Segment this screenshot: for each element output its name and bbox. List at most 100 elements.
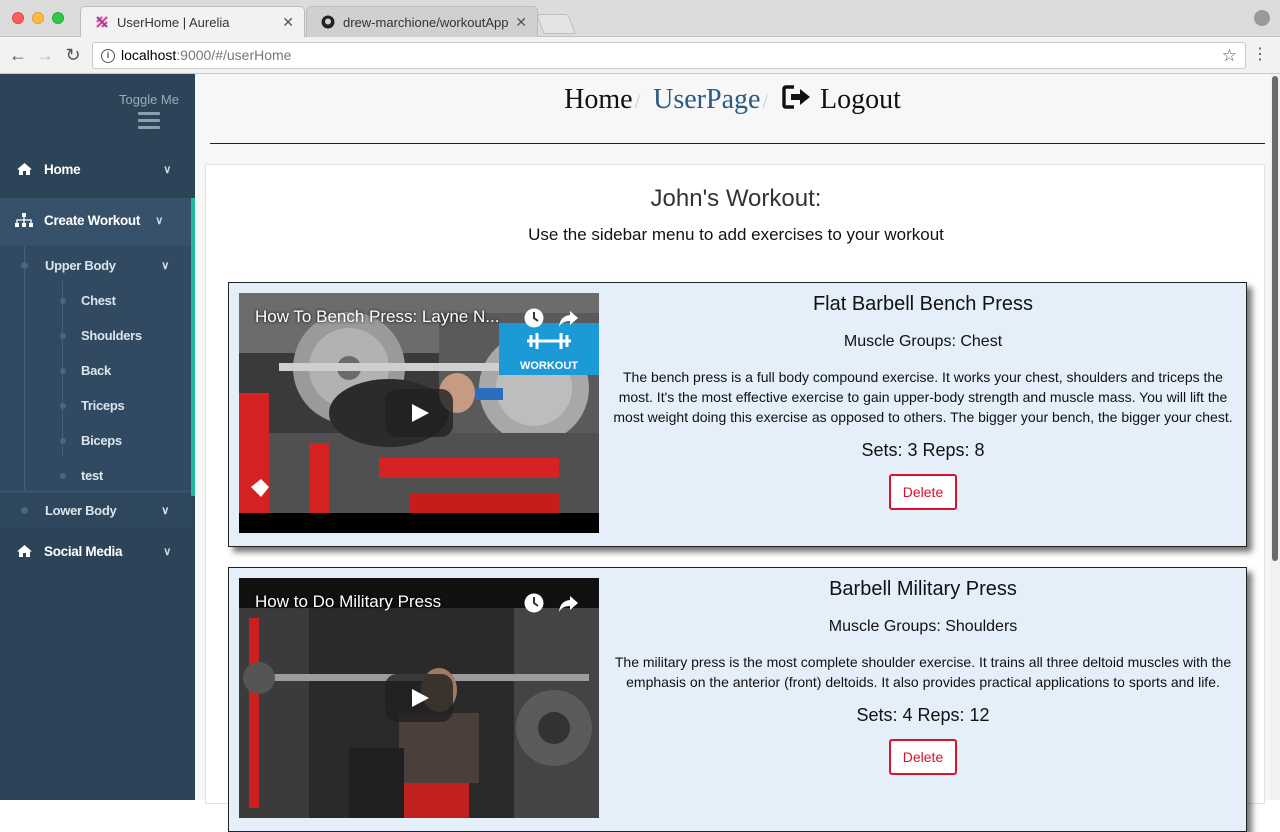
exercise-card: How to Do Military Press Barbell Militar…	[228, 567, 1247, 832]
home-icon	[15, 544, 33, 558]
sidebar-item-label: Lower Body	[45, 503, 117, 518]
play-button-icon[interactable]	[385, 674, 453, 722]
browser-tab-userhome[interactable]: UserHome | Aurelia ✕	[80, 6, 305, 37]
bullet-icon	[21, 507, 28, 514]
exercise-name: Flat Barbell Bench Press	[812, 293, 1034, 315]
exercise-name: Barbell Military Press	[829, 578, 1017, 600]
chevron-down-icon: ∨	[163, 163, 171, 176]
chevron-down-icon: ∨	[161, 260, 169, 272]
bullet-icon	[60, 437, 66, 444]
tab-label: drew-marchione/workoutApp	[343, 14, 509, 30]
sidebar-item-label: Shoulders	[81, 328, 142, 343]
sidebar-item-triceps[interactable]: Triceps	[0, 388, 191, 423]
delete-button[interactable]: Delete	[889, 474, 957, 510]
sidebar-item-label: Biceps	[81, 433, 122, 448]
breadcrumb-home[interactable]: Home	[564, 84, 632, 115]
bullet-icon	[60, 402, 66, 409]
share-arrow-icon[interactable]	[557, 307, 579, 329]
breadcrumb: Home / UserPage / Logout	[195, 84, 1270, 116]
bullet-icon	[21, 262, 28, 269]
watch-later-clock-icon[interactable]	[523, 307, 545, 329]
chevron-down-icon: ∨	[163, 545, 171, 558]
reload-icon[interactable]: ↻	[63, 45, 83, 65]
sidebar-item-back[interactable]: Back	[0, 353, 191, 388]
sidebar-item-social-media[interactable]: Social Media ∨	[0, 529, 195, 573]
sidebar-toggle[interactable]: Toggle Me	[119, 92, 179, 133]
github-favicon-icon	[321, 15, 335, 29]
exercise-description: The bench press is a full body compound …	[613, 369, 1233, 425]
back-arrow-icon[interactable]: ←	[8, 45, 28, 65]
browser-tabstrip: UserHome | Aurelia ✕ drew-marchione/work…	[0, 0, 1280, 37]
browser-menu-icon[interactable]: ⋮	[1252, 45, 1268, 65]
browser-tab-github[interactable]: drew-marchione/workoutApp ✕	[306, 6, 538, 37]
url-host: localhost	[121, 47, 177, 63]
exercise-card: WORKOUT How To Bench Press: Layne N... F…	[228, 282, 1247, 547]
profile-icon[interactable]	[1254, 10, 1270, 26]
video-player[interactable]: How to Do Military Press	[239, 578, 599, 818]
sign-out-icon	[782, 85, 810, 109]
aurelia-favicon-icon	[95, 15, 109, 29]
sidebar-item-chest[interactable]: Chest	[0, 283, 191, 318]
bullet-icon	[60, 332, 66, 339]
video-title: How To Bench Press: Layne N...	[255, 307, 500, 326]
sidebar-item-label: Back	[81, 363, 111, 378]
chevron-down-icon: ∨	[161, 505, 169, 517]
page-scrollbar[interactable]	[1270, 74, 1280, 800]
window-close-button[interactable]	[12, 12, 24, 24]
toggle-label: Toggle Me	[119, 92, 179, 107]
scrollbar-thumb[interactable]	[1272, 76, 1278, 561]
video-badge: WORKOUT	[520, 360, 578, 372]
watch-later-clock-icon[interactable]	[523, 592, 545, 614]
header-divider	[210, 143, 1265, 144]
breadcrumb-userpage[interactable]: UserPage	[653, 84, 760, 115]
bookmark-star-icon[interactable]: ☆	[1222, 43, 1237, 68]
workout-panel: John's Workout: Use the sidebar menu to …	[205, 164, 1265, 832]
workout-title: John's Workout:	[650, 185, 822, 212]
exercise-info: Flat Barbell Bench Press Muscle Groups: …	[609, 283, 1237, 510]
address-bar[interactable]: i localhost:9000/#/userHome ☆	[92, 42, 1246, 69]
info-icon[interactable]: i	[101, 49, 115, 63]
sidebar: Toggle Me Home ∨ Create Workout ∨ Upper …	[0, 74, 195, 800]
video-player[interactable]: WORKOUT How To Bench Press: Layne N...	[239, 293, 599, 533]
logout-link[interactable]: Logout	[781, 84, 901, 115]
new-tab-button[interactable]	[536, 14, 576, 34]
bullet-icon	[60, 367, 66, 374]
url-path: :9000/#/userHome	[176, 47, 292, 63]
main-content: Home / UserPage / Logout John's Workout: U…	[195, 74, 1270, 832]
sidebar-item-label: Social Media	[44, 543, 123, 559]
hamburger-icon[interactable]	[138, 112, 160, 129]
sidebar-item-home[interactable]: Home ∨	[0, 147, 195, 191]
window-minimize-button[interactable]	[32, 12, 44, 24]
bullet-icon	[60, 472, 66, 479]
sidebar-item-upper-body[interactable]: Upper Body ∨	[0, 248, 191, 283]
sidebar-item-label: Home	[44, 161, 81, 177]
breadcrumb-separator: /	[762, 91, 768, 113]
sidebar-item-label: Create Workout	[44, 212, 141, 228]
delete-button[interactable]: Delete	[889, 739, 957, 775]
sidebar-item-label: Chest	[81, 293, 116, 308]
share-arrow-icon[interactable]	[557, 592, 579, 614]
home-icon	[15, 162, 33, 176]
breadcrumb-separator: /	[634, 91, 641, 113]
exercise-muscle-groups: Muscle Groups: Chest	[843, 333, 1003, 350]
exercise-muscle-groups: Muscle Groups: Shoulders	[828, 618, 1018, 635]
sidebar-item-biceps[interactable]: Biceps	[0, 423, 191, 458]
sidebar-item-label: Upper Body	[45, 258, 116, 273]
exercise-info: Barbell Military Press Muscle Groups: Sh…	[609, 568, 1237, 775]
play-button-icon[interactable]	[385, 389, 453, 437]
browser-toolbar: ← → ↻ i localhost:9000/#/userHome ☆ ⋮	[0, 37, 1280, 74]
sidebar-item-lower-body[interactable]: Lower Body ∨	[0, 493, 191, 528]
tab-close-icon[interactable]: ✕	[515, 14, 527, 31]
sidebar-item-shoulders[interactable]: Shoulders	[0, 318, 191, 353]
create-workout-submenu: Upper Body ∨ Chest Shoulders Back Tricep…	[0, 246, 191, 490]
exercise-sets-reps: Sets: 4 Reps: 12	[856, 705, 990, 725]
window-maximize-button[interactable]	[52, 12, 64, 24]
exercise-sets-reps: Sets: 3 Reps: 8	[861, 440, 985, 460]
chevron-down-icon: ∨	[155, 214, 163, 227]
tab-close-icon[interactable]: ✕	[282, 14, 294, 31]
forward-arrow-icon[interactable]: →	[35, 45, 55, 65]
workout-subtitle: Use the sidebar menu to add exercises to…	[528, 225, 944, 244]
sidebar-item-test[interactable]: test	[0, 458, 191, 493]
sidebar-item-label: Triceps	[81, 398, 125, 413]
tab-label: UserHome | Aurelia	[117, 14, 230, 30]
